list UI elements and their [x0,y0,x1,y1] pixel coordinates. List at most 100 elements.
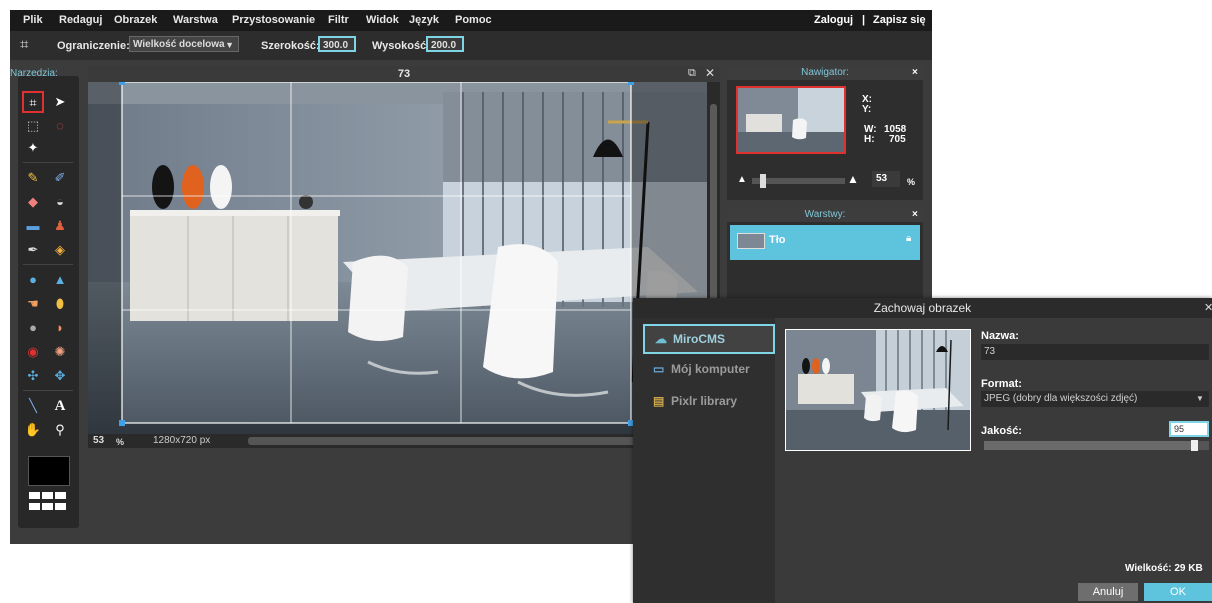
login-link[interactable]: Zaloguj [814,14,853,26]
office-photo[interactable] [88,82,707,434]
divider [23,264,73,265]
canvas-status-bar: 53 % 1280x720 px [88,434,720,448]
line-tool-icon[interactable]: ╲ [23,396,43,416]
horizontal-scrollbar[interactable] [248,437,648,445]
quality-slider[interactable] [984,440,1209,451]
format-value: JPEG (dobry dla większości zdjęć) [984,393,1138,404]
burn-tool-icon[interactable]: ● [23,318,43,338]
replace-color-icon[interactable]: ◈ [50,240,70,260]
move-tool-icon[interactable]: ➤ [50,92,70,112]
zoom-slider-thumb[interactable] [760,174,766,188]
menu-filter[interactable]: Filtr [328,14,349,26]
pinch-tool-icon[interactable]: ✥ [50,366,70,386]
library-icon: ▤ [653,394,665,408]
layers-title: Warstwy: [727,208,923,222]
quality-input[interactable]: 95 [1169,421,1209,437]
height-input[interactable]: 200.0 [426,36,464,52]
zoom-slider[interactable] [752,174,845,188]
menu-edit[interactable]: Redaguj [59,14,102,26]
height-label: Wysokość: [372,40,430,52]
navigator-zoom-unit: % [907,177,916,187]
smudge-tool-icon[interactable]: ☚ [23,294,43,314]
destination-label: Mój komputer [671,362,750,376]
width-input[interactable]: 300.0 [318,36,356,52]
navigator-zoom-input[interactable]: 53 [872,171,900,187]
quality-slider-fill [984,441,1191,450]
bloat-tool-icon[interactable]: ✣ [23,366,43,386]
zoom-in-icon[interactable]: ▲ [847,172,859,186]
close-icon[interactable]: × [912,209,918,220]
menu-layer[interactable]: Warstwa [173,14,218,26]
menu-adjustment[interactable]: Przystosowanie [232,14,315,26]
wand-tool-icon[interactable]: ✦ [23,138,43,158]
toolbox: ⌗ ➤ ⬚ ◌ ✦ ✎ ✐ ◆ ◒ ▬ ♟ ✒ ◈ ● ▲ ☚ ⬮ ● ◗ ◉ … [18,76,79,528]
save-dialog: Zachowaj obrazek ✕ ☁ MiroCMS ▭ Mój kompu… [633,298,1212,603]
zoom-value[interactable]: 53 [93,435,104,446]
h-value: 705 [889,134,906,145]
account-separator: | [862,14,866,26]
menu-bar: Plik Redaguj Obrazek Warstwa Przystosowa… [10,10,932,31]
destination-label: MiroCMS [673,332,725,346]
menu-help[interactable]: Pomoc [455,14,492,26]
divider [23,162,73,163]
spot-heal-icon[interactable]: ✺ [50,342,70,362]
quality-label: Jakość: [981,425,1022,437]
layer-name: Tło [769,234,786,246]
sponge-tool-icon[interactable]: ⬮ [50,294,70,314]
format-select[interactable]: JPEG (dobry dla większości zdjęć) ▼ [981,391,1209,407]
brush-tool-icon[interactable]: ✐ [50,168,70,188]
navigator-title: Nawigator: [727,66,923,80]
grid-icon[interactable] [28,491,68,519]
lasso-tool-icon[interactable]: ◌ [50,116,70,136]
cloud-icon: ☁ [655,332,667,346]
constraint-select[interactable]: Wielkość docelowa ▼ [129,36,239,52]
restore-icon[interactable]: ⧉ [688,67,696,80]
name-input[interactable]: 73 [981,344,1209,360]
cancel-button[interactable]: Anuluj [1078,583,1138,601]
ok-button[interactable]: OK [1144,583,1212,601]
gradient-tool-icon[interactable]: ▬ [23,216,43,236]
chevron-down-icon: ▼ [1196,394,1204,403]
lock-icon: 🔒︎ [906,233,912,244]
file-size: Wielkość: 29 KB [1125,563,1203,574]
text-tool-icon[interactable]: A [50,396,70,416]
dodge-tool-icon[interactable]: ◗ [50,318,70,338]
close-icon[interactable]: × [912,67,918,78]
format-label: Format: [981,378,1022,390]
red-eye-tool-icon[interactable]: ◉ [23,342,43,362]
scroll-thumb[interactable] [710,104,717,304]
signup-link[interactable]: Zapisz się [873,14,926,26]
navigator-thumbnail[interactable] [736,86,846,154]
zoom-out-icon[interactable]: ▲ [737,174,747,185]
stamp-tool-icon[interactable]: ♟ [50,216,70,236]
menu-file[interactable]: Plik [23,14,43,26]
eraser-tool-icon[interactable]: ◆ [23,192,43,212]
layer-row[interactable]: Tło 🔒︎ [730,225,920,260]
destination-mirocms[interactable]: ☁ MiroCMS [643,324,775,354]
sharpen-tool-icon[interactable]: ▲ [50,270,70,290]
h-label: H: [864,134,875,145]
destination-computer[interactable]: ▭ Mój komputer [643,356,771,382]
color-swatch[interactable] [28,456,70,486]
bucket-tool-icon[interactable]: ◒ [50,192,70,212]
destination-library[interactable]: ▤ Pixlr library [643,388,771,414]
crop-icon: ⌗ [20,36,29,53]
quality-slider-thumb[interactable] [1191,440,1198,451]
picker-tool-icon[interactable]: ✒ [23,240,43,260]
menu-language[interactable]: Język [409,14,439,26]
menu-view[interactable]: Widok [366,14,399,26]
marquee-tool-icon[interactable]: ⬚ [23,116,43,136]
drop-tool-icon[interactable]: ● [23,270,43,290]
canvas-window: 73 ⧉ ✕ 53 % 1280x720 px [88,66,720,448]
crop-tool-icon[interactable]: ⌗ [22,91,44,113]
pencil-tool-icon[interactable]: ✎ [23,168,43,188]
options-bar: ⌗ Ograniczenie: Wielkość docelowa ▼ Szer… [10,31,932,60]
close-icon[interactable]: ✕ [1204,301,1212,314]
preview-image [785,329,971,451]
hand-tool-icon[interactable]: ✋ [23,420,43,440]
zoom-tool-icon[interactable]: ⚲ [50,420,70,440]
menu-image[interactable]: Obrazek [114,14,157,26]
chevron-down-icon: ▼ [225,40,234,50]
monitor-icon: ▭ [653,362,665,376]
close-icon[interactable]: ✕ [705,66,715,80]
